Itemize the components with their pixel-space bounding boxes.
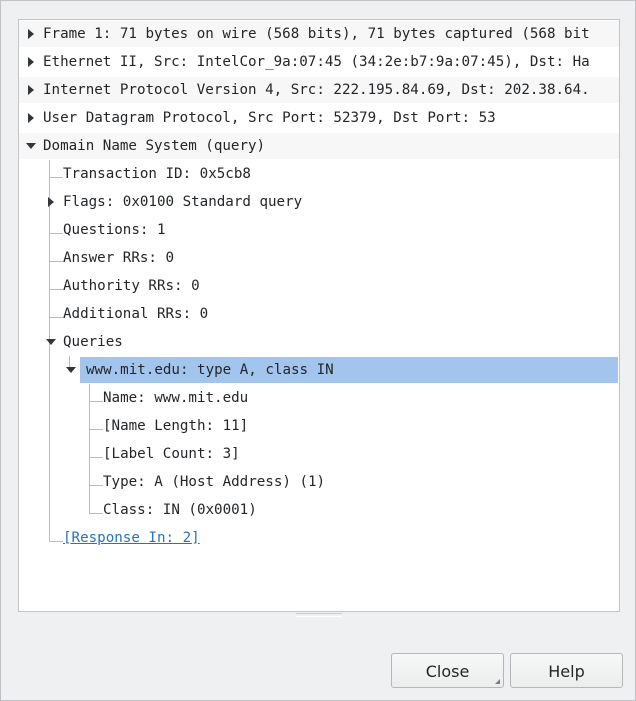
tree-row-transaction-id[interactable]: Transaction ID: 0x5cb8 xyxy=(19,161,619,187)
tree-row-label: Flags: 0x0100 Standard query xyxy=(63,194,303,210)
tree-row-query-type[interactable]: Type: A (Host Address) (1) xyxy=(19,469,619,495)
tree-row-label: Internet Protocol Version 4, Src: 222.19… xyxy=(43,82,590,98)
packet-detail-tree[interactable]: Frame 1: 71 bytes on wire (568 bits), 71… xyxy=(18,19,620,612)
expand-right-icon[interactable] xyxy=(28,57,34,67)
tree-row-query-selected[interactable]: www.mit.edu: type A, class IN xyxy=(66,357,618,383)
tree-row-label: Transaction ID: 0x5cb8 xyxy=(63,166,251,182)
tree-row-name-length[interactable]: [Name Length: 11] xyxy=(19,413,619,439)
tree-row-query-name[interactable]: Name: www.mit.edu xyxy=(19,385,619,411)
expand-right-icon[interactable] xyxy=(28,29,34,39)
tree-row-label: [Label Count: 3] xyxy=(103,446,240,462)
close-button-label: Close xyxy=(425,662,470,681)
help-button[interactable]: Help xyxy=(510,653,623,688)
expand-right-icon[interactable] xyxy=(28,85,34,95)
tree-row-label: [Name Length: 11] xyxy=(103,418,249,434)
tree-row-label: www.mit.edu: type A, class IN xyxy=(86,362,334,378)
tree-row-ethernet[interactable]: Ethernet II, Src: IntelCor_9a:07:45 (34:… xyxy=(19,49,619,75)
tree-row-ip[interactable]: Internet Protocol Version 4, Src: 222.19… xyxy=(19,77,619,103)
tree-row-udp[interactable]: User Datagram Protocol, Src Port: 52379,… xyxy=(19,105,619,131)
tree-row-label: Type: A (Host Address) (1) xyxy=(103,474,326,490)
collapse-down-icon[interactable] xyxy=(66,367,76,373)
tree-row-label: User Datagram Protocol, Src Port: 52379,… xyxy=(43,110,496,126)
tree-row-response-in[interactable]: [Response In: 2] xyxy=(19,525,619,551)
tree-row-flags[interactable]: Flags: 0x0100 Standard query xyxy=(19,189,619,215)
tree-row-additional-rrs[interactable]: Additional RRs: 0 xyxy=(19,301,619,327)
tree-row-answer-rrs[interactable]: Answer RRs: 0 xyxy=(19,245,619,271)
tree-row-label-count[interactable]: [Label Count: 3] xyxy=(19,441,619,467)
tree-row-queries[interactable]: Queries xyxy=(19,329,619,355)
collapse-down-icon[interactable] xyxy=(46,339,56,345)
tree-row-label: Domain Name System (query) xyxy=(43,138,266,154)
tree-row-label: Queries xyxy=(63,334,123,350)
tree-row-frame[interactable]: Frame 1: 71 bytes on wire (568 bits), 71… xyxy=(19,21,619,47)
tree-row-query-class[interactable]: Class: IN (0x0001) xyxy=(19,497,619,523)
tree-row-label: Class: IN (0x0001) xyxy=(103,502,257,518)
response-in-link[interactable]: [Response In: 2] xyxy=(63,525,200,551)
tree-row-questions[interactable]: Questions: 1 xyxy=(19,217,619,243)
tree-row-label: Ethernet II, Src: IntelCor_9a:07:45 (34:… xyxy=(43,54,590,70)
tree-row-label: Answer RRs: 0 xyxy=(63,250,175,266)
splitter-handle[interactable] xyxy=(296,613,342,617)
tree-row-label: Questions: 1 xyxy=(63,222,166,238)
tree-row-label: Name: www.mit.edu xyxy=(103,390,249,406)
tree-row-dns[interactable]: Domain Name System (query) xyxy=(19,133,619,159)
packet-details-dialog: Frame 1: 71 bytes on wire (568 bits), 71… xyxy=(0,0,636,701)
expand-right-icon[interactable] xyxy=(28,113,34,123)
tree-row-label: Authority RRs: 0 xyxy=(63,278,200,294)
resize-grip-icon xyxy=(495,679,500,684)
tree-row-authority-rrs[interactable]: Authority RRs: 0 xyxy=(19,273,619,299)
expand-right-icon[interactable] xyxy=(48,197,54,207)
close-button[interactable]: Close xyxy=(391,653,504,688)
tree-row-label: Additional RRs: 0 xyxy=(63,306,209,322)
tree-row-label: Frame 1: 71 bytes on wire (568 bits), 71… xyxy=(43,26,590,42)
collapse-down-icon[interactable] xyxy=(26,143,36,149)
help-button-label: Help xyxy=(548,662,585,681)
